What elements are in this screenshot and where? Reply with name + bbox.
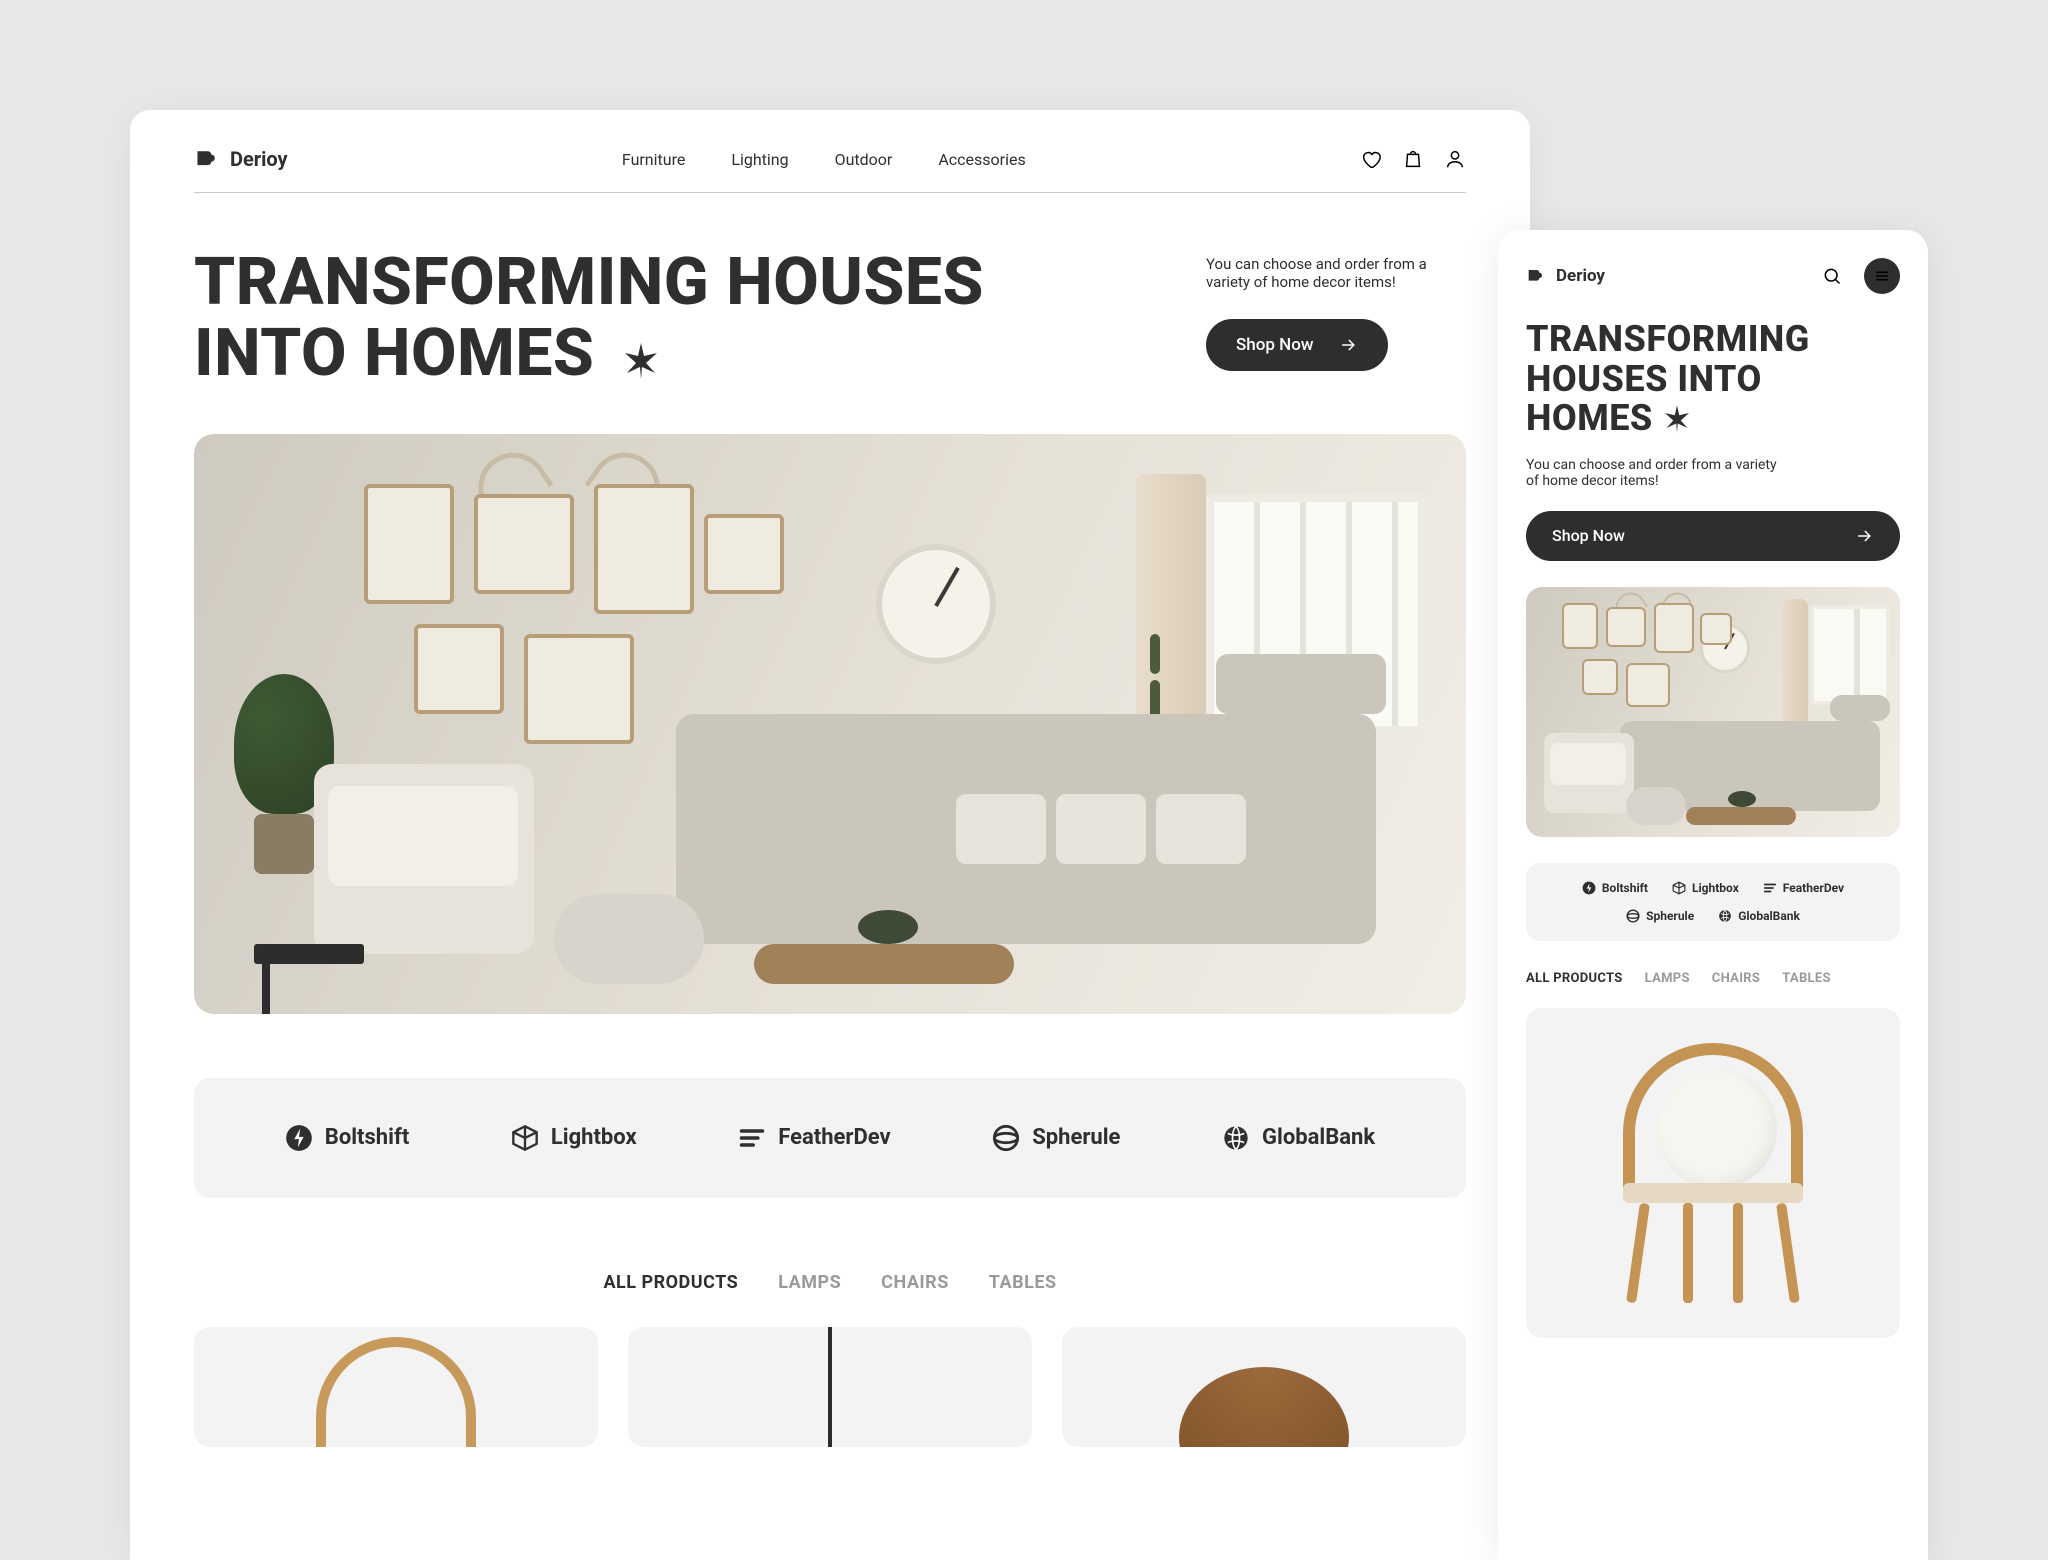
hero: TRANSFORMING HOUSES INTO HOMES You can c… xyxy=(194,193,1466,390)
mobile-actions xyxy=(1814,258,1900,294)
account-icon[interactable] xyxy=(1444,148,1466,170)
nav-furniture[interactable]: Furniture xyxy=(622,150,685,169)
cart-icon[interactable] xyxy=(1402,148,1424,170)
brand-strip: Boltshift Lightbox FeatherDev Spherule G… xyxy=(194,1078,1466,1198)
hero-line2: INTO HOMES xyxy=(194,315,594,392)
menu-button[interactable] xyxy=(1864,258,1900,294)
desktop-viewport: Derioy Furniture Lighting Outdoor Access… xyxy=(130,110,1530,1560)
logo-icon xyxy=(194,146,220,172)
brand-boltshift: Boltshift xyxy=(1582,881,1648,895)
primary-nav: Furniture Lighting Outdoor Accessories xyxy=(622,150,1026,169)
brand-logo[interactable]: Derioy xyxy=(1526,266,1605,286)
logo-icon xyxy=(1526,266,1546,286)
product-tabs: ALL PRODUCTS LAMPS CHAIRS TABLES xyxy=(194,1272,1466,1293)
globalbank-icon xyxy=(1718,909,1732,923)
arrow-right-icon xyxy=(1338,335,1358,355)
product-card[interactable] xyxy=(1062,1327,1466,1447)
mobile-viewport: Derioy TRANSFORMING HOUSES INTO HOMES Yo… xyxy=(1498,230,1928,1560)
product-tabs: ALL PRODUCTS LAMPS CHAIRS TABLES xyxy=(1526,971,1900,986)
brand-name: Derioy xyxy=(1556,266,1605,286)
hero-image xyxy=(194,434,1466,1014)
hero-line2: HOUSES INTO xyxy=(1526,358,1762,400)
mobile-hero: TRANSFORMING HOUSES INTO HOMES You can c… xyxy=(1526,294,1900,561)
brand-featherdev: FeatherDev xyxy=(1763,881,1844,895)
menu-icon xyxy=(1873,267,1891,285)
tab-lamps[interactable]: LAMPS xyxy=(1645,971,1690,986)
search-icon xyxy=(1822,266,1842,286)
tab-tables[interactable]: TABLES xyxy=(989,1272,1057,1293)
hero-line3: HOMES xyxy=(1526,397,1653,439)
starburst-icon xyxy=(621,318,661,389)
brand-globalbank: GlobalBank xyxy=(1222,1124,1375,1152)
shop-now-label: Shop Now xyxy=(1552,526,1625,545)
tab-lamps[interactable]: LAMPS xyxy=(778,1272,841,1293)
lightbox-icon xyxy=(1672,881,1686,895)
starburst-icon xyxy=(1662,397,1692,439)
wishlist-icon[interactable] xyxy=(1360,148,1382,170)
globalbank-icon xyxy=(1222,1124,1250,1152)
hero-image xyxy=(1526,587,1900,837)
nav-lighting[interactable]: Lighting xyxy=(731,150,788,169)
hero-headline: TRANSFORMING HOUSES INTO HOMES xyxy=(194,247,984,390)
product-card[interactable] xyxy=(1526,1008,1900,1338)
header-actions xyxy=(1360,148,1466,170)
shop-now-label: Shop Now xyxy=(1236,335,1314,355)
header: Derioy Furniture Lighting Outdoor Access… xyxy=(194,146,1466,193)
featherdev-icon xyxy=(738,1124,766,1152)
brand-lightbox: Lightbox xyxy=(1672,881,1739,895)
spherule-icon xyxy=(992,1124,1020,1152)
brand-boltshift: Boltshift xyxy=(285,1124,410,1152)
hero-line1: TRANSFORMING xyxy=(1526,318,1810,360)
chair-illustration xyxy=(1603,1043,1823,1303)
brand-strip: Boltshift Lightbox FeatherDev Spherule G… xyxy=(1526,863,1900,941)
tab-chairs[interactable]: CHAIRS xyxy=(1712,971,1760,986)
brand-featherdev: FeatherDev xyxy=(738,1124,890,1152)
spherule-icon xyxy=(1626,909,1640,923)
nav-outdoor[interactable]: Outdoor xyxy=(835,150,893,169)
brand-spherule: Spherule xyxy=(1626,909,1694,923)
shop-now-button[interactable]: Shop Now xyxy=(1206,319,1388,371)
boltshift-icon xyxy=(1582,881,1596,895)
tab-all[interactable]: ALL PRODUCTS xyxy=(1526,971,1623,986)
brand-lightbox: Lightbox xyxy=(511,1124,637,1152)
hero-sub: You can choose and order from a variety … xyxy=(1526,457,1786,489)
product-card[interactable] xyxy=(628,1327,1032,1447)
hero-line1: TRANSFORMING HOUSES xyxy=(194,244,984,321)
featherdev-icon xyxy=(1763,881,1777,895)
brand-globalbank: GlobalBank xyxy=(1718,909,1800,923)
product-grid xyxy=(194,1327,1466,1447)
brand-name: Derioy xyxy=(230,147,288,171)
product-card[interactable] xyxy=(194,1327,598,1447)
nav-accessories[interactable]: Accessories xyxy=(938,150,1025,169)
hero-sub: You can choose and order from a variety … xyxy=(1206,255,1466,291)
boltshift-icon xyxy=(285,1124,313,1152)
tab-all[interactable]: ALL PRODUCTS xyxy=(603,1272,738,1293)
shop-now-button[interactable]: Shop Now xyxy=(1526,511,1900,561)
hero-headline: TRANSFORMING HOUSES INTO HOMES xyxy=(1526,320,1900,439)
arrow-right-icon xyxy=(1854,526,1874,546)
tab-chairs[interactable]: CHAIRS xyxy=(881,1272,949,1293)
lightbox-icon xyxy=(511,1124,539,1152)
search-button[interactable] xyxy=(1814,258,1850,294)
brand-spherule: Spherule xyxy=(992,1124,1120,1152)
hero-aside: You can choose and order from a variety … xyxy=(1206,247,1466,371)
mobile-header: Derioy xyxy=(1526,258,1900,294)
tab-tables[interactable]: TABLES xyxy=(1782,971,1831,986)
brand-logo[interactable]: Derioy xyxy=(194,146,288,172)
